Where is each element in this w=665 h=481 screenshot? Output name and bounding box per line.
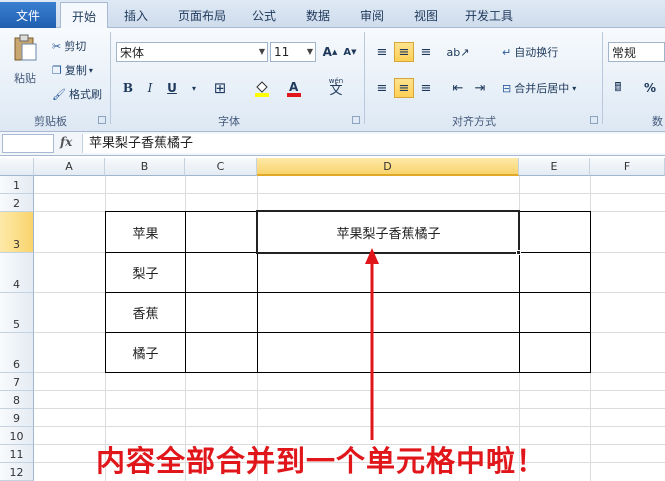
annotation-arrow <box>365 248 379 440</box>
annotation-caption: 内容全部合并到一个单元格中啦！ <box>96 444 547 478</box>
